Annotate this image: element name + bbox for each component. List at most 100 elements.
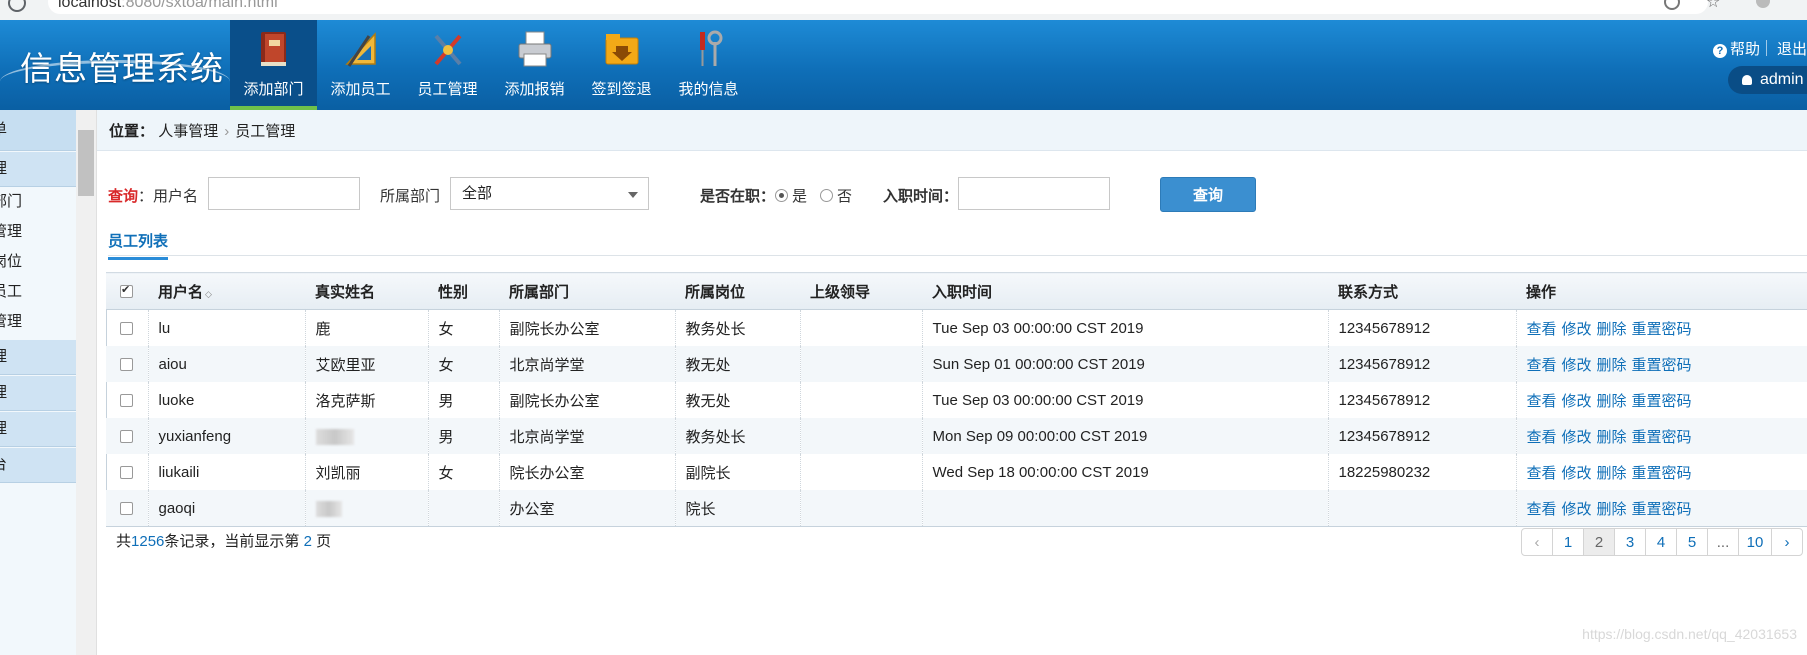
view-link[interactable]: 查看 — [1527, 429, 1557, 446]
delete-link[interactable]: 删除 — [1597, 501, 1627, 518]
hire-date-input[interactable] — [958, 177, 1110, 210]
page-button[interactable]: 4 — [1645, 528, 1677, 556]
sidebar-menu-title[interactable]: 单 — [0, 110, 76, 151]
active-radio-no[interactable]: 否 — [820, 185, 852, 206]
row-checkbox[interactable] — [106, 490, 149, 527]
reset-password-link[interactable]: 重置密码 — [1632, 357, 1692, 374]
username-input[interactable] — [208, 177, 360, 210]
checkbox-checked-icon[interactable] — [120, 283, 133, 299]
search-button[interactable]: 查询 — [1160, 177, 1256, 212]
reset-password-link[interactable]: 重置密码 — [1632, 429, 1692, 446]
sidebar-item-department[interactable]: 部门 — [0, 187, 76, 217]
reset-password-link[interactable]: 重置密码 — [1632, 321, 1692, 338]
address-bar[interactable] — [48, 0, 1708, 14]
page-button[interactable]: 1 — [1552, 528, 1584, 556]
edit-link[interactable]: 修改 — [1562, 429, 1592, 446]
view-link[interactable]: 查看 — [1527, 465, 1557, 482]
checkbox-icon[interactable] — [119, 322, 133, 336]
table-row[interactable]: aiou 艾欧里亚女北京尚学堂 教无处 Sun Sep 01 00:00:00 CST… — [106, 346, 1807, 382]
row-checkbox[interactable] — [106, 382, 149, 418]
view-link[interactable]: 查看 — [1527, 357, 1557, 374]
sidebar-item-manage-2[interactable]: 员工 — [0, 277, 76, 307]
reset-password-link[interactable]: 重置密码 — [1632, 501, 1692, 518]
row-checkbox[interactable] — [106, 418, 149, 454]
delete-link[interactable]: 删除 — [1597, 429, 1627, 446]
cell-actions: 查看 修改 删除 重置密码 — [1516, 382, 1807, 418]
row-checkbox[interactable] — [106, 309, 149, 346]
delete-link[interactable]: 删除 — [1597, 321, 1627, 338]
sidebar-scroll-thumb[interactable] — [78, 130, 94, 196]
delete-link[interactable]: 删除 — [1597, 393, 1627, 410]
cell-post: 教务处长 — [675, 309, 801, 346]
reset-password-link[interactable]: 重置密码 — [1632, 465, 1692, 482]
view-link[interactable]: 查看 — [1527, 321, 1557, 338]
select-all-checkbox[interactable] — [106, 272, 148, 310]
tab-employee-list[interactable]: 员工列表 — [108, 230, 169, 260]
book-icon — [261, 32, 286, 66]
dept-select[interactable]: 全部 — [450, 177, 649, 210]
user-badge[interactable]: admin — [1728, 66, 1807, 94]
nav-sign-in-out[interactable]: 签到签退 — [578, 20, 665, 110]
profile-icon[interactable] — [1756, 0, 1770, 8]
row-checkbox[interactable] — [106, 454, 149, 490]
sidebar-item-post[interactable]: 岗位 — [0, 247, 76, 277]
sidebar-item-manage-1[interactable]: 管理 — [0, 217, 76, 247]
current-page-number: 2 — [303, 533, 312, 550]
checkbox-icon[interactable] — [119, 466, 133, 480]
sort-icon[interactable]: ◇ — [205, 289, 212, 299]
table-row[interactable]: gaoqi 办公室 院长 查看 修改 删除 重置密码 — [106, 490, 1807, 527]
breadcrumb-item[interactable]: 员工管理 — [235, 123, 295, 140]
address-url[interactable]: localhost:8080/sxtoa/main.html — [58, 0, 278, 12]
star-icon[interactable]: ☆ — [1706, 0, 1720, 12]
view-link[interactable]: 查看 — [1527, 501, 1557, 518]
checkbox-icon[interactable] — [119, 502, 133, 516]
prev-page-button[interactable]: ‹ — [1521, 528, 1553, 556]
reset-password-link[interactable]: 重置密码 — [1632, 393, 1692, 410]
view-link[interactable]: 查看 — [1527, 393, 1557, 410]
next-page-button[interactable]: › — [1771, 528, 1803, 556]
nav-add-reimburse[interactable]: 添加报销 — [491, 20, 578, 110]
sidebar-group-4[interactable]: 理 — [0, 412, 76, 447]
sidebar-item-employee[interactable]: 管理 — [0, 307, 76, 337]
sidebar-group-personnel[interactable]: 理 — [0, 152, 76, 187]
checkbox-icon[interactable] — [119, 358, 133, 372]
nav-add-department[interactable]: 添加部门 — [230, 20, 317, 110]
table-row[interactable]: yuxianfeng 男北京尚学堂 教务处长 Mon Sep 09 00:00:00 … — [106, 418, 1807, 454]
edit-link[interactable]: 修改 — [1562, 393, 1592, 410]
browser-bar: localhost:8080/sxtoa/main.html ☆ — [0, 0, 1807, 20]
col-username[interactable]: 用户名 ◇ — [148, 272, 305, 310]
reload-icon[interactable] — [8, 0, 26, 12]
logout-link[interactable]: 退出 — [1777, 38, 1807, 59]
page-button-last[interactable]: 10 — [1738, 528, 1772, 556]
divider — [1766, 40, 1767, 56]
edit-link[interactable]: 修改 — [1562, 465, 1592, 482]
page-button[interactable]: 5 — [1676, 528, 1708, 556]
table-row[interactable]: lu 鹿女副院长办公室 教务处长 Tue Sep 03 00:00:00 CST 20… — [106, 309, 1807, 346]
checkbox-icon[interactable] — [119, 394, 133, 408]
row-checkbox[interactable] — [106, 346, 149, 382]
page-button-current[interactable]: 2 — [1583, 528, 1615, 556]
edit-link[interactable]: 修改 — [1562, 501, 1592, 518]
radio-unchecked-icon[interactable] — [820, 189, 833, 202]
cell-phone: 12345678912 — [1328, 346, 1517, 382]
edit-link[interactable]: 修改 — [1562, 357, 1592, 374]
nav-employee-manage[interactable]: 员工管理 — [404, 20, 491, 110]
sidebar-group-3[interactable]: 理 — [0, 376, 76, 411]
help-link[interactable]: ? 帮助 — [1713, 38, 1760, 59]
page-button[interactable]: 3 — [1614, 528, 1646, 556]
edit-link[interactable]: 修改 — [1562, 321, 1592, 338]
radio-checked-icon[interactable] — [775, 189, 788, 202]
delete-link[interactable]: 删除 — [1597, 465, 1627, 482]
nav-add-employee[interactable]: 添加员工 — [317, 20, 404, 110]
table-row[interactable]: luoke 洛克萨斯男副院长办公室 教无处 Tue Sep 03 00:00:00 C… — [106, 382, 1807, 418]
sidebar-group-5[interactable]: 台 — [0, 448, 76, 483]
cell-realname: 艾欧里亚 — [305, 346, 429, 382]
screwdriver-wrench-icon — [700, 30, 723, 66]
nav-my-info[interactable]: 我的信息 — [665, 20, 752, 110]
delete-link[interactable]: 删除 — [1597, 357, 1627, 374]
breadcrumb-item[interactable]: 人事管理 — [158, 123, 218, 140]
table-row[interactable]: liukaili 刘凯丽女院长办公室 副院长 Wed Sep 18 00:00:00 … — [106, 454, 1807, 490]
active-radio-yes[interactable]: 是 — [775, 185, 807, 206]
checkbox-icon[interactable] — [119, 430, 133, 444]
sidebar-group-2[interactable]: 理 — [0, 340, 76, 375]
